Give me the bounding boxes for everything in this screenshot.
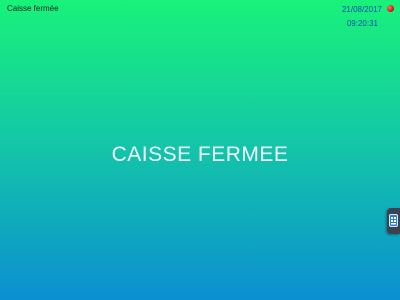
date-display: 21/08/2017 <box>341 5 382 14</box>
side-panel-tab[interactable] <box>387 208 400 234</box>
register-closed-message: CAISSE FERMEE <box>111 143 289 166</box>
status-indicator-icon <box>387 5 394 12</box>
window-title: Caisse fermée <box>7 4 59 13</box>
keyboard-icon <box>389 214 398 232</box>
time-display: 09:20:31 <box>346 19 378 28</box>
closed-register-screen: Caisse fermée 21/08/2017 09:20:31 CAISSE… <box>0 0 400 300</box>
